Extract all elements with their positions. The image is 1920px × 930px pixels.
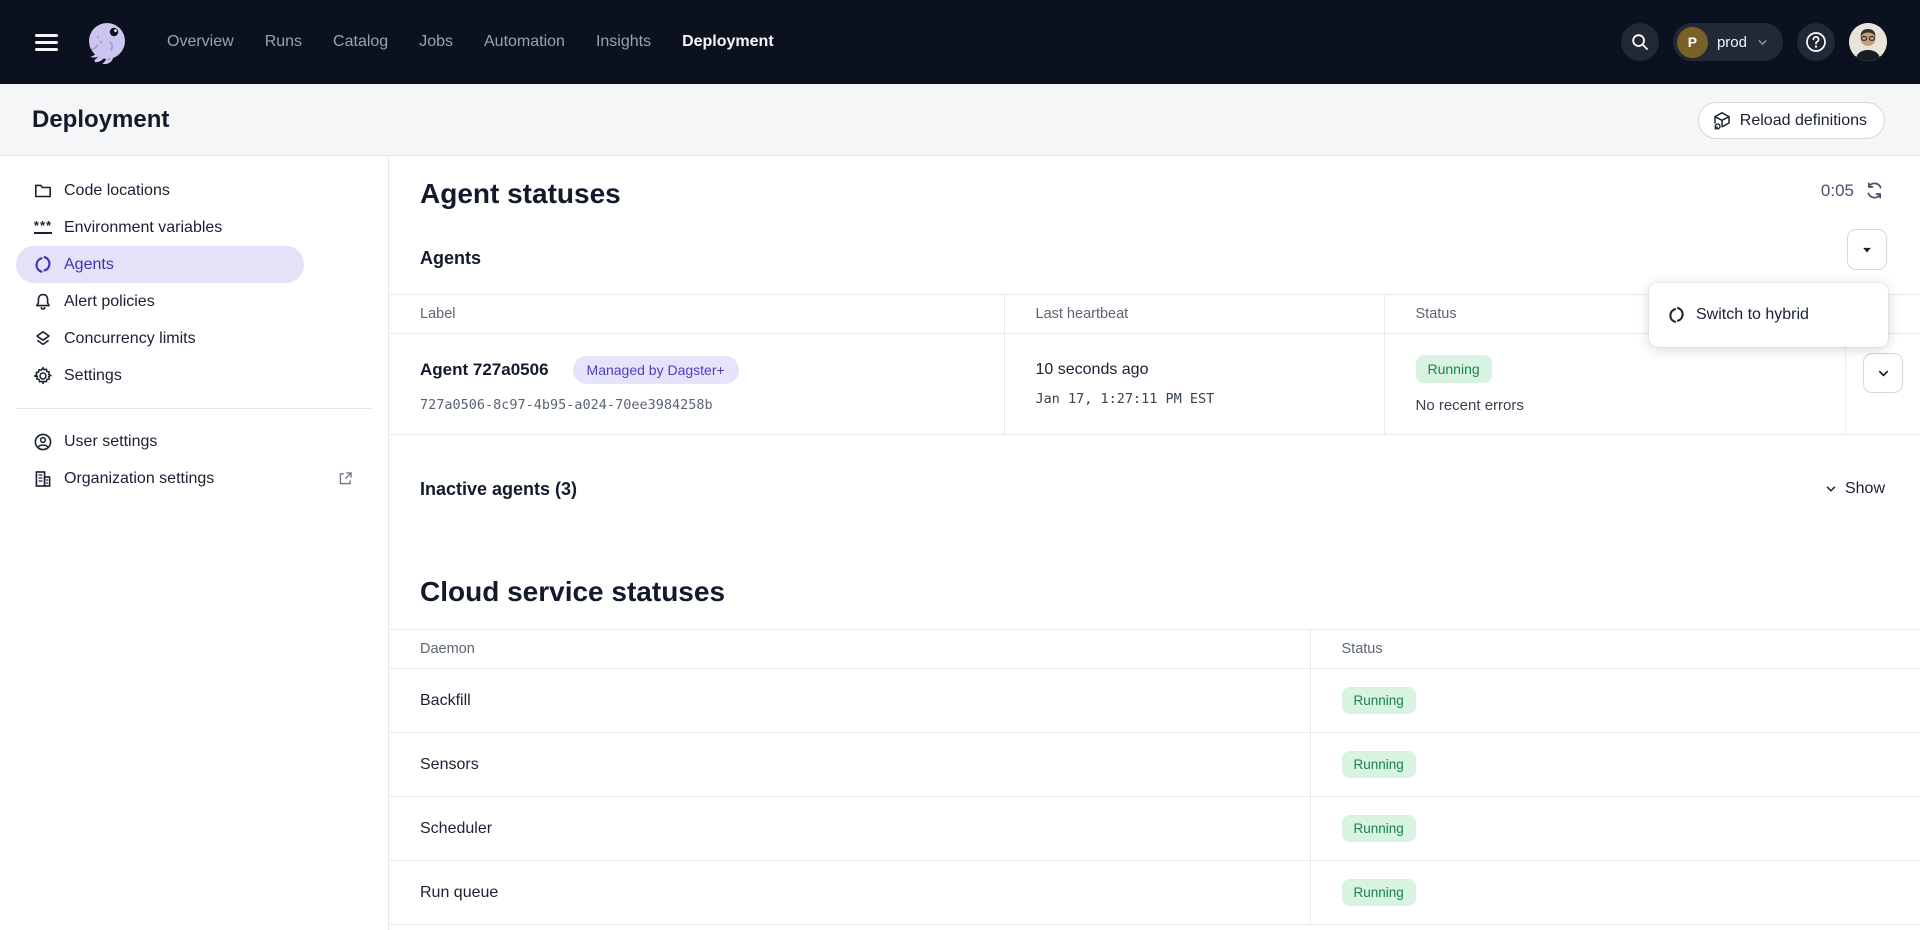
agents-col-last-heartbeat: Last heartbeat: [1004, 295, 1384, 334]
reload-definitions-label: Reload definitions: [1740, 112, 1867, 130]
nav-item-deployment[interactable]: Deployment: [682, 33, 774, 51]
nav-item-insights[interactable]: Insights: [596, 33, 651, 51]
gear-icon: [33, 366, 53, 386]
daemon-name: Backfill: [389, 669, 1310, 733]
daemon-row: Scheduler Running: [389, 797, 1920, 861]
daemon-status-badge: Running: [1342, 687, 1416, 714]
reload-package-icon: [1712, 111, 1732, 131]
daemon-status-badge: Running: [1342, 751, 1416, 778]
agent-icon: [33, 255, 53, 275]
nav-item-jobs[interactable]: Jobs: [419, 33, 453, 51]
sidebar-item-label: Concurrency limits: [64, 330, 196, 348]
deployment-sidebar: Code locations *** Environment variables…: [0, 156, 389, 930]
nav-item-automation[interactable]: Automation: [484, 33, 565, 51]
refresh-countdown-value: 0:05: [1821, 181, 1854, 201]
sidebar-item-label: Agents: [64, 256, 114, 274]
nav-item-catalog[interactable]: Catalog: [333, 33, 388, 51]
user-icon: [33, 432, 53, 452]
refresh-countdown: 0:05: [1821, 180, 1885, 201]
help-icon: [1804, 30, 1828, 54]
agent-row: Agent 727a0506 Managed by Dagster+ 727a0…: [389, 334, 1920, 435]
env-vars-icon: ***: [33, 218, 53, 238]
cloud-services-table: Daemon Status Backfill Running Sensors R…: [389, 629, 1920, 925]
daemon-col-daemon: Daemon: [389, 630, 1310, 669]
search-button[interactable]: [1621, 23, 1659, 61]
primary-nav: Overview Runs Catalog Jobs Automation In…: [167, 33, 774, 51]
sidebar-item-agents[interactable]: Agents: [16, 246, 304, 283]
caret-down-icon: [1860, 243, 1874, 257]
daemon-name: Scheduler: [389, 797, 1310, 861]
daemon-row: Run queue Running: [389, 861, 1920, 925]
search-icon: [1630, 32, 1650, 52]
sidebar-item-code-locations[interactable]: Code locations: [16, 172, 372, 209]
show-label: Show: [1845, 480, 1885, 498]
menu-item-switch-to-hybrid[interactable]: Switch to hybrid: [1696, 306, 1809, 324]
environment-name: prod: [1717, 34, 1747, 51]
chevron-down-icon: [1824, 482, 1838, 496]
sidebar-item-alert-policies[interactable]: Alert policies: [16, 283, 372, 320]
agent-status-badge: Running: [1416, 355, 1492, 383]
agent-statuses-heading: Agent statuses: [420, 178, 621, 210]
agents-col-label: Label: [389, 295, 1004, 334]
dagster-logo[interactable]: [85, 20, 129, 64]
nav-item-runs[interactable]: Runs: [265, 33, 302, 51]
daemon-status-badge: Running: [1342, 879, 1416, 906]
heartbeat-relative: 10 seconds ago: [1036, 361, 1384, 379]
sidebar-item-settings[interactable]: Settings: [16, 357, 372, 394]
reload-definitions-button[interactable]: Reload definitions: [1698, 102, 1885, 139]
daemon-row: Backfill Running: [389, 669, 1920, 733]
daemon-col-status: Status: [1310, 630, 1920, 669]
inactive-agents-heading: Inactive agents (3): [420, 479, 577, 500]
sidebar-item-label: Environment variables: [64, 219, 222, 237]
chevron-down-icon: [1756, 36, 1769, 49]
daemon-row: Sensors Running: [389, 733, 1920, 797]
sidebar-item-label: Code locations: [64, 182, 170, 200]
building-icon: [33, 469, 53, 489]
user-avatar[interactable]: [1849, 23, 1887, 61]
agent-icon: [1667, 306, 1686, 325]
hamburger-menu-icon[interactable]: [35, 34, 58, 51]
inactive-agents-show-toggle[interactable]: Show: [1824, 480, 1885, 498]
page-title: Deployment: [32, 106, 169, 134]
agent-id: 727a0506-8c97-4b95-a024-70ee3984258b: [420, 397, 1004, 413]
sidebar-item-label: Alert policies: [64, 293, 155, 311]
bell-icon: [33, 292, 53, 312]
sidebar-item-label: Settings: [64, 367, 122, 385]
sidebar-item-environment-variables[interactable]: *** Environment variables: [16, 209, 372, 246]
page-header: Deployment Reload definitions: [0, 84, 1920, 156]
cloud-service-statuses-heading: Cloud service statuses: [420, 576, 725, 608]
main-content: Agent statuses 0:05 Agents Label Last he…: [389, 156, 1920, 930]
nav-item-overview[interactable]: Overview: [167, 33, 234, 51]
layers-icon: [33, 329, 53, 349]
sidebar-item-organization-settings[interactable]: Organization settings: [16, 460, 372, 497]
external-link-icon: [337, 470, 354, 487]
top-nav: Overview Runs Catalog Jobs Automation In…: [0, 0, 1920, 84]
refresh-icon[interactable]: [1864, 180, 1885, 201]
environment-switcher[interactable]: P prod: [1673, 23, 1783, 61]
sidebar-item-user-settings[interactable]: User settings: [16, 423, 372, 460]
chevron-down-icon: [1876, 366, 1891, 381]
agents-section-heading: Agents: [420, 248, 481, 269]
agents-actions-dropdown-button[interactable]: [1847, 229, 1887, 270]
sidebar-item-concurrency-limits[interactable]: Concurrency limits: [16, 320, 372, 357]
daemon-status-badge: Running: [1342, 815, 1416, 842]
environment-avatar: P: [1677, 27, 1708, 58]
help-button[interactable]: [1797, 23, 1835, 61]
sidebar-divider: [16, 408, 372, 409]
daemon-name: Run queue: [389, 861, 1310, 925]
sidebar-item-label: Organization settings: [64, 470, 214, 488]
agent-row-menu-button[interactable]: [1863, 353, 1903, 393]
agents-dropdown-menu: Switch to hybrid: [1649, 283, 1888, 347]
managed-by-badge: Managed by Dagster+: [573, 356, 739, 384]
daemon-name: Sensors: [389, 733, 1310, 797]
agent-status-note: No recent errors: [1416, 397, 1845, 414]
sidebar-item-label: User settings: [64, 433, 157, 451]
agent-name: Agent 727a0506: [420, 360, 549, 380]
folder-icon: [33, 181, 53, 201]
heartbeat-timestamp: Jan 17, 1:27:11 PM EST: [1036, 391, 1384, 407]
